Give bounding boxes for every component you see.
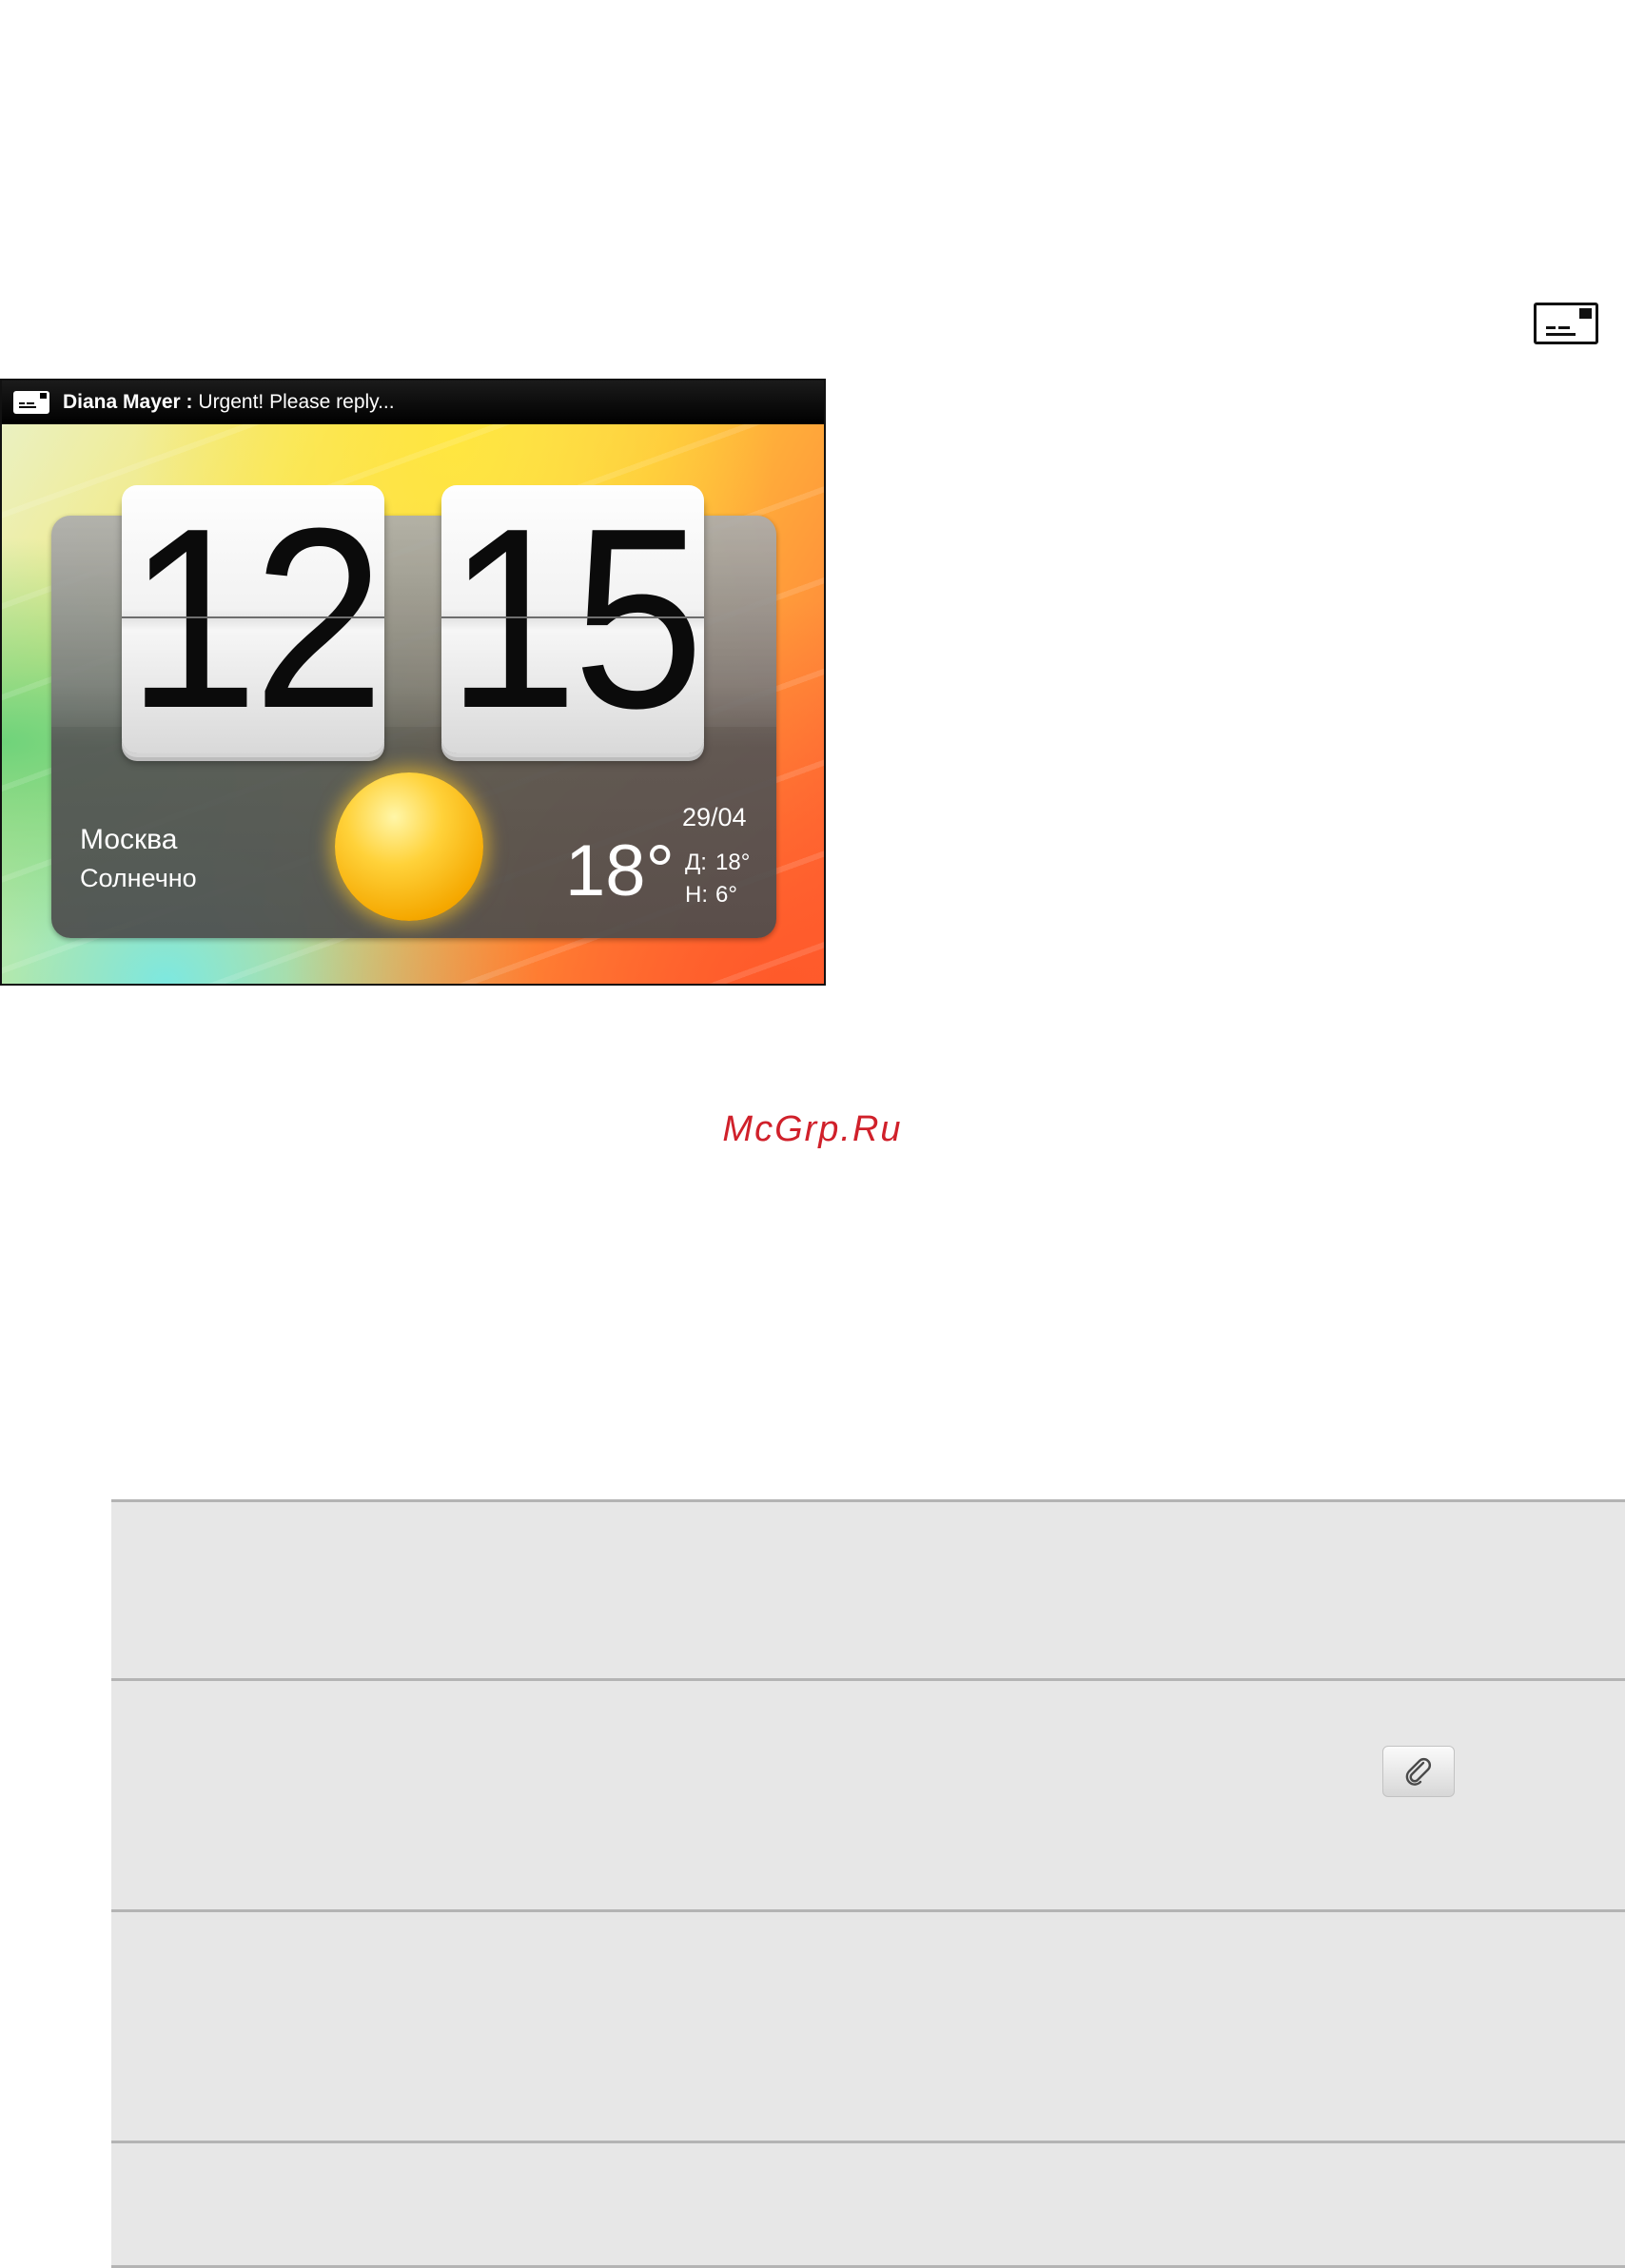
- weather-city: Москва: [80, 824, 178, 855]
- envelope-new-mail-icon: [1534, 303, 1598, 344]
- weather-date: 29/04: [682, 803, 747, 831]
- table-row: [111, 1909, 1625, 2141]
- high-label: Д:: [685, 850, 707, 875]
- paperclip-icon: [1405, 1758, 1431, 1786]
- phone-screenshot: Diana Mayer : Urgent! Please reply... 12…: [0, 379, 826, 986]
- notification-sender: Diana Mayer :: [63, 391, 193, 413]
- notification-text: Diana Mayer : Urgent! Please reply...: [63, 391, 395, 414]
- attachment-button[interactable]: [1382, 1746, 1455, 1797]
- sun-icon: [335, 772, 483, 921]
- clock-minutes-card: 15: [441, 485, 704, 753]
- status-bar-notification[interactable]: Diana Mayer : Urgent! Please reply...: [2, 381, 824, 424]
- weather-temperature: 18°: [565, 831, 675, 911]
- weather-high-low: Д: 18° Н: 6°: [685, 847, 750, 911]
- watermark: McGrp.Ru: [722, 1109, 903, 1149]
- clock-hours-card: 12: [122, 485, 384, 753]
- table-row: [111, 1499, 1625, 1678]
- info-table: [111, 1499, 1625, 2268]
- clock-hours: 12: [127, 485, 384, 753]
- high-value: 18°: [715, 850, 751, 875]
- low-value: 6°: [715, 882, 737, 908]
- table-row: [111, 2141, 1625, 2268]
- envelope-notification-icon: [13, 391, 49, 414]
- low-label: Н:: [685, 882, 708, 908]
- notification-message: Urgent! Please reply...: [192, 391, 395, 413]
- table-row: [111, 1678, 1625, 1909]
- clock-minutes: 15: [446, 485, 704, 753]
- weather-condition: Солнечно: [80, 864, 197, 892]
